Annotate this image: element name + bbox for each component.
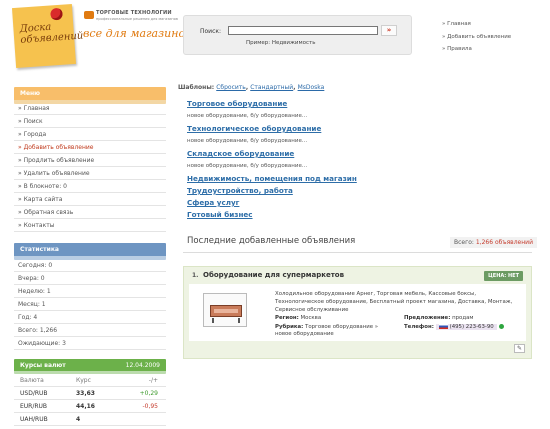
template-reset-link[interactable]: Сбросить [216, 84, 246, 91]
equipment-image [210, 305, 242, 317]
sidebar-menu: » Главная » Поиск » Города » Добавить об… [14, 102, 166, 232]
sidebar-item-extend-ad[interactable]: » Продлить объявление [14, 154, 166, 167]
template-msdoska-link[interactable]: MsDoska [298, 84, 325, 91]
sidebar-item-cities[interactable]: » Города [14, 128, 166, 141]
templates-label: Шаблоны: [178, 84, 215, 91]
sidebar-item-feedback[interactable]: » Обратная связь [14, 206, 166, 219]
currency-col-change: -/+ [148, 377, 158, 384]
stat-week: Неделю: 1 [14, 285, 166, 298]
category-link[interactable]: Готовый бизнес [187, 209, 527, 221]
ad-phone-box: (495) 223-63-90 [435, 324, 497, 330]
stat-yesterday: Вчера: 0 [14, 272, 166, 285]
equipment-stand [212, 318, 240, 323]
category-list: Торговое оборудование новое оборудование… [187, 98, 527, 221]
top-link-home[interactable]: » Главная [442, 18, 511, 31]
category-desc: новое оборудование, б/у оборудование... [187, 113, 308, 119]
russia-flag-icon [438, 324, 448, 329]
stat-today: Сегодня: 0 [14, 259, 166, 272]
currency-pair: EUR/RUB [20, 403, 48, 410]
ad-region: Регион: Москва [275, 315, 321, 322]
sidebar-item-notebook[interactable]: » В блокноте: 0 [14, 180, 166, 193]
stats-list: Сегодня: 0 Вчера: 0 Неделю: 1 Месяц: 1 Г… [14, 259, 166, 350]
search-input[interactable] [228, 26, 378, 35]
stat-total: Всего: 1,266 [14, 324, 166, 337]
currency-table: Валюта Курс -/+ USD/RUB 33,63 +0,29 EUR/… [14, 374, 166, 426]
currency-rate: 33,63 [76, 390, 95, 397]
ad-region-value: Москва [300, 315, 322, 321]
search-label: Поиск: [200, 28, 222, 35]
ad-phone-value: (495) 223-63-90 [449, 324, 494, 330]
search-button[interactable]: » [381, 25, 397, 36]
ad-phone-label: Телефон: [404, 324, 434, 330]
category-link[interactable]: Технологическое оборудование [187, 123, 527, 135]
brand-name: ТОРГОВЫЕ ТЕХНОЛОГИИ [96, 10, 172, 16]
logo-title: Доска объявлений [19, 21, 84, 46]
skype-icon[interactable] [498, 324, 504, 329]
ad-title[interactable]: Оборудование для супермаркетов [203, 271, 344, 279]
table-row: USD/RUB 33,63 +0,29 [14, 387, 166, 400]
brand-subtitle: профессиональные решения для магазинов [96, 17, 178, 21]
stat-pending: Ожидающие: 3 [14, 337, 166, 350]
stats-header: Статистика [14, 243, 166, 260]
table-row: UAH/RUB 4 [14, 413, 166, 426]
ad-phone: Телефон: (495) 223-63-90 [404, 324, 504, 331]
sidebar-item-home[interactable]: » Главная [14, 102, 166, 115]
currency-change: -0,95 [142, 403, 158, 410]
ad-card: 1. Оборудование для супермаркетов ЦЕНА: … [183, 266, 532, 359]
top-nav: » Главная » Добавить объявление » Правил… [442, 18, 511, 56]
ad-offer: Предложение: продам [404, 315, 473, 322]
search-example: Пример: Недвижимость [246, 40, 316, 46]
category-desc: новое оборудование, б/у оборудование... [187, 163, 308, 169]
sidebar-item-sitemap[interactable]: » Карта сайта [14, 193, 166, 206]
templates-bar: Шаблоны: Сбросить, Стандартный, MsDoska [178, 84, 325, 91]
category-link[interactable]: Сфера услуг [187, 197, 527, 209]
pin-icon [50, 7, 63, 21]
currency-pair: UAH/RUB [20, 416, 48, 423]
category-link[interactable]: Торговое оборудование [187, 98, 527, 110]
category-desc: новое оборудование, б/у оборудование... [187, 138, 308, 144]
ad-rubric: Рубрика: Торговое оборудование » новое о… [275, 324, 393, 338]
currency-pair: USD/RUB [20, 390, 48, 397]
sidebar-item-contacts[interactable]: » Контакты [14, 219, 166, 232]
category-link[interactable]: Трудоустройство, работа [187, 185, 527, 197]
ad-offer-label: Предложение: [404, 315, 451, 321]
recent-count-label: Всего: [454, 239, 474, 246]
divider [183, 252, 532, 253]
brand-slogan: все для магазинов [83, 27, 192, 40]
ad-description: Холодильное оборудование Арнег, Торговая… [275, 291, 513, 313]
currency-col-pair: Валюта [20, 377, 44, 384]
category-link[interactable]: Складское оборудование [187, 148, 527, 160]
currency-date: 12.04.2009 [125, 362, 160, 369]
ad-rubric-label: Рубрика: [275, 324, 304, 330]
recent-count-value: 1,266 объявлений [475, 239, 533, 246]
currency-title: Курсы валют [20, 362, 66, 369]
top-link-rules[interactable]: » Правила [442, 43, 511, 56]
notebook-icon[interactable]: ✎ [514, 344, 525, 353]
sidebar-item-search[interactable]: » Поиск [14, 115, 166, 128]
ad-thumbnail[interactable] [203, 293, 247, 327]
currency-header: Курсы валют 12.04.2009 [14, 359, 166, 374]
currency-rate: 44,16 [76, 403, 95, 410]
ad-body: Холодильное оборудование Арнег, Торговая… [189, 284, 526, 341]
category-link[interactable]: Недвижимость, помещения под магазин [187, 173, 527, 185]
sidebar-item-delete-ad[interactable]: » Удалить объявление [14, 167, 166, 180]
recent-ads-count: Всего: 1,266 объявлений [450, 237, 537, 248]
table-row: EUR/RUB 44,16 -0,95 [14, 400, 166, 413]
currency-change: +0,29 [139, 390, 158, 397]
search-panel: Поиск: » Пример: Недвижимость [183, 15, 412, 55]
stat-year: Год: 4 [14, 311, 166, 324]
ad-region-label: Регион: [275, 315, 299, 321]
stat-month: Месяц: 1 [14, 298, 166, 311]
currency-header-row: Валюта Курс -/+ [14, 374, 166, 387]
currency-col-rate: Курс [76, 377, 91, 384]
brand-logo-icon [84, 11, 94, 19]
ad-offer-value: продам [452, 315, 474, 321]
currency-rate: 4 [76, 416, 81, 423]
top-link-add[interactable]: » Добавить объявление [442, 31, 511, 44]
ad-price-badge: ЦЕНА: НЕТ [484, 271, 523, 281]
ad-number: 1. [192, 272, 199, 279]
recent-ads-title: Последние добавленные объявления [187, 236, 356, 246]
sidebar-item-add-ad[interactable]: » Добавить объявление [14, 141, 166, 154]
template-standard-link[interactable]: Стандартный [250, 84, 293, 91]
